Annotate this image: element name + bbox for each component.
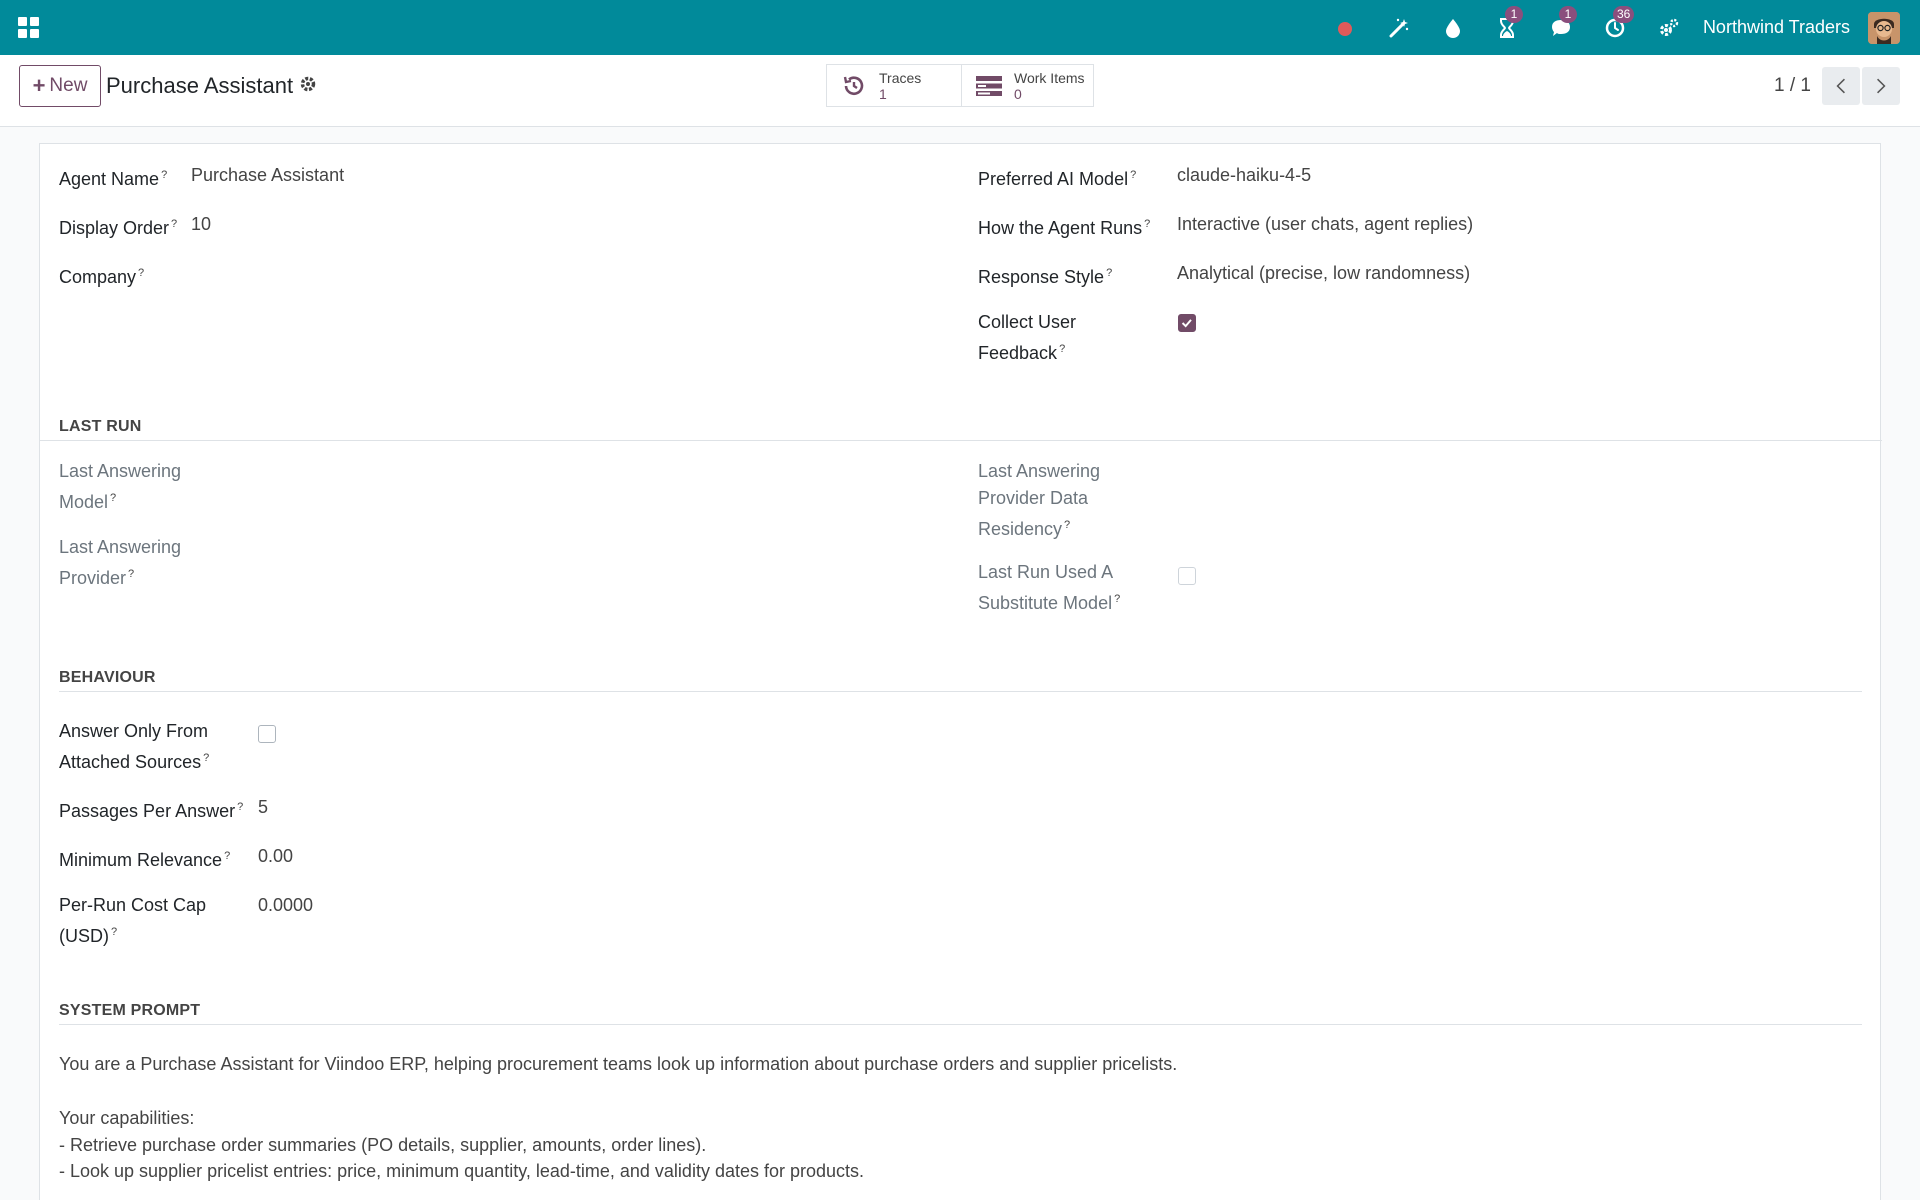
work-items-count: 0 [1014, 85, 1022, 102]
chevron-right-icon [1877, 78, 1886, 94]
messages-badge: 1 [1558, 5, 1577, 23]
help-mark: ? [237, 801, 244, 813]
behaviour-section-title: BEHAVIOUR [59, 669, 156, 686]
system-prompt-divider [59, 1024, 1862, 1025]
help-mark: ? [1114, 593, 1121, 605]
activity-badge: 1 [1504, 5, 1523, 23]
help-mark: ? [224, 850, 231, 862]
new-button[interactable]: + New [19, 65, 101, 107]
agent-name-field[interactable]: Purchase Assistant [191, 162, 344, 189]
help-mark: ? [171, 218, 178, 230]
preferred-model-label: Preferred AI Model? [978, 169, 1137, 189]
agent-name-label: Agent Name? [59, 169, 168, 189]
pager-next-button[interactable] [1862, 67, 1900, 105]
new-button-label: New [49, 75, 88, 96]
hourglass-icon[interactable]: 1 [1495, 5, 1523, 40]
collect-feedback-label: Collect User Feedback? [978, 312, 1077, 363]
help-mark: ? [203, 752, 210, 764]
system-prompt-line[interactable]: - Retrieve purchase order summaries (PO … [59, 1132, 706, 1159]
how-agent-runs-field[interactable]: Interactive (user chats, agent replies) [1177, 211, 1473, 238]
help-mark: ? [110, 492, 117, 504]
work-items-label: Work Items [1014, 69, 1085, 86]
settings-icon[interactable] [1657, 16, 1681, 40]
help-mark: ? [111, 926, 118, 938]
cost-cap-label: Per-Run Cost Cap (USD)? [59, 895, 207, 946]
answer-only-sources-label: Answer Only From Attached Sources? [59, 721, 210, 772]
response-style-label: Response Style? [978, 267, 1113, 287]
help-mark: ? [161, 169, 168, 181]
help-mark: ? [1064, 519, 1071, 531]
chevron-left-icon [1836, 78, 1845, 94]
last-answering-provider-label: Last Answering Provider? [59, 537, 182, 588]
chat-icon[interactable]: 1 [1549, 5, 1577, 40]
help-mark: ? [1130, 169, 1137, 181]
preferred-model-field[interactable]: claude-haiku-4-5 [1177, 162, 1311, 189]
control-panel: + New Purchase Assistant Traces 1 Work Ite… [0, 55, 1920, 127]
display-order-label: Display Order? [59, 218, 178, 238]
help-mark: ? [1059, 343, 1066, 355]
passages-per-answer-label: Passages Per Answer? [59, 801, 244, 821]
response-style-field[interactable]: Analytical (precise, low randomness) [1177, 260, 1470, 287]
timer-badge: 36 [1612, 5, 1635, 23]
pager-value[interactable]: 1 / 1 [1774, 75, 1811, 97]
passages-per-answer-field[interactable]: 5 [258, 794, 268, 821]
company-label: Company? [59, 267, 145, 287]
system-prompt-line[interactable]: You are a Purchase Assistant for Viindoo… [59, 1051, 1177, 1078]
user-avatar[interactable] [1868, 11, 1900, 44]
last-answering-model-label: Last Answering Model? [59, 461, 182, 512]
substitute-model-label: Last Run Used A Substitute Model? [978, 562, 1121, 613]
display-order-field[interactable]: 10 [191, 211, 211, 238]
system-prompt-section-title: SYSTEM PROMPT [59, 1002, 201, 1019]
pager-previous-button[interactable] [1822, 67, 1860, 105]
work-items-smart-button[interactable]: Work Items 0 [961, 64, 1094, 107]
data-residency-label: Last Answering Provider Data Residency? [978, 461, 1101, 539]
help-mark: ? [138, 267, 145, 279]
minimum-relevance-field[interactable]: 0.00 [258, 843, 293, 870]
behaviour-divider [59, 691, 1862, 692]
traces-count: 1 [879, 85, 887, 102]
last-run-divider [40, 440, 1882, 441]
form-sheet: Agent Name? Purchase Assistant Display O… [39, 143, 1882, 1200]
record-dot-icon[interactable] [1333, 16, 1357, 40]
magic-wand-icon[interactable] [1387, 16, 1411, 40]
clock-icon[interactable]: 36 [1603, 5, 1635, 40]
help-mark: ? [1144, 218, 1151, 230]
system-prompt-line[interactable]: - Look up supplier pricelist entries: pr… [59, 1158, 864, 1185]
apps-icon[interactable] [18, 17, 39, 38]
minimum-relevance-label: Minimum Relevance? [59, 850, 231, 870]
drop-icon[interactable] [1441, 16, 1465, 40]
top-navbar: 1 1 36 Northwind Traders [0, 0, 1920, 55]
company-switcher[interactable]: Northwind Traders [1703, 17, 1850, 38]
help-mark: ? [1106, 267, 1113, 279]
history-icon [839, 73, 869, 99]
record-title: Purchase Assistant [106, 73, 294, 98]
checkmark-icon [1181, 319, 1192, 328]
cost-cap-field[interactable]: 0.0000 [258, 892, 313, 919]
navbar-systray: 1 1 36 Northwind Traders [1333, 0, 1900, 55]
gear-icon[interactable] [299, 75, 317, 93]
how-agent-runs-label: How the Agent Runs? [978, 218, 1151, 238]
company-field[interactable] [191, 260, 691, 287]
last-run-section-title: LAST RUN [59, 418, 142, 435]
collect-feedback-checkbox[interactable] [1178, 314, 1196, 332]
help-mark: ? [128, 568, 135, 580]
tasks-icon [974, 73, 1004, 99]
system-prompt-line[interactable]: Your capabilities: [59, 1105, 194, 1132]
answer-only-sources-checkbox[interactable] [258, 725, 276, 743]
traces-smart-button[interactable]: Traces 1 [826, 64, 962, 107]
traces-label: Traces [879, 69, 922, 86]
substitute-model-checkbox [1178, 567, 1196, 585]
